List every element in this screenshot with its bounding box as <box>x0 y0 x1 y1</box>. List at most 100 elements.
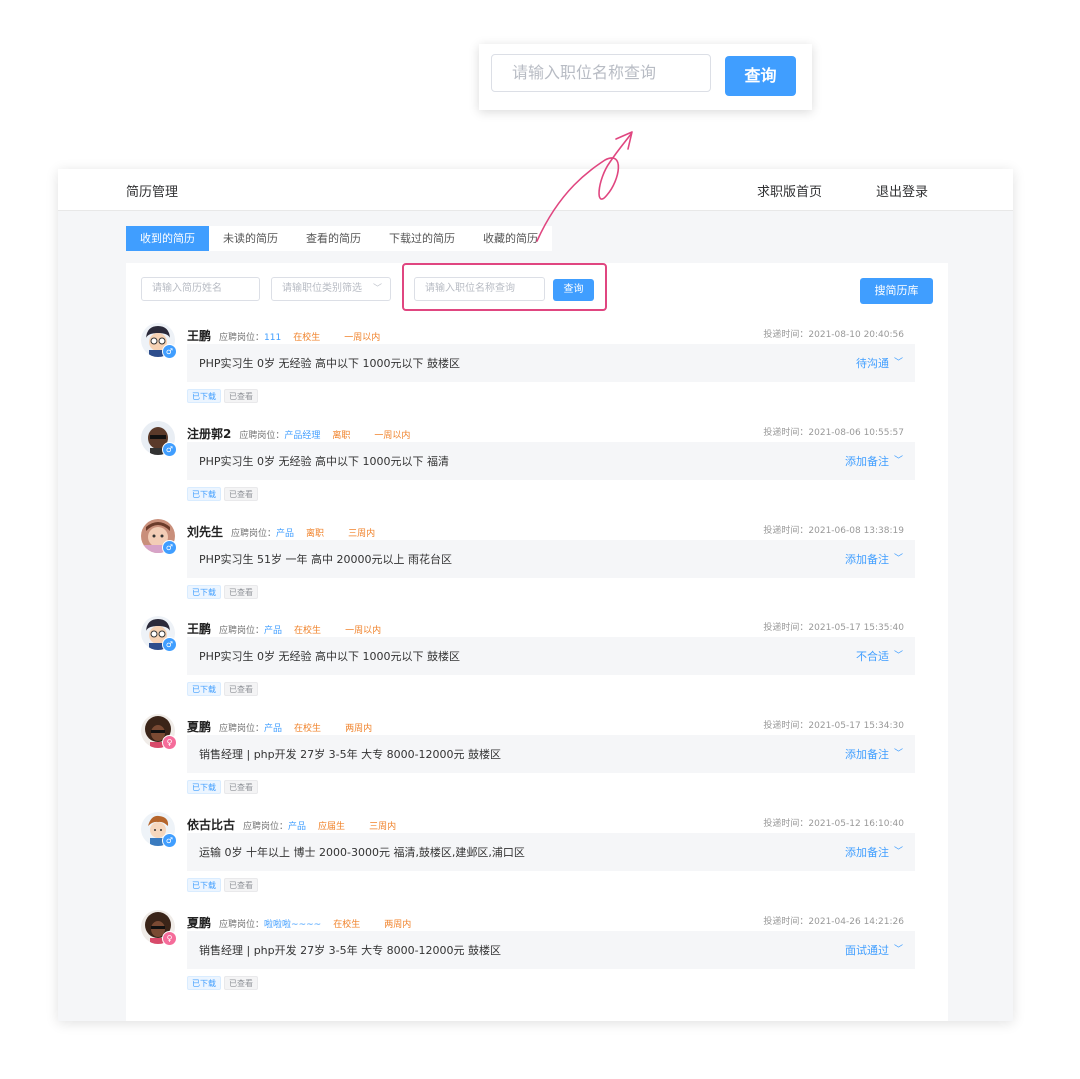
applied-position[interactable]: 产品 <box>264 626 282 636</box>
applied-position[interactable]: 产品 <box>276 529 294 539</box>
chevron-down-icon[interactable]: ﹀ <box>894 551 903 564</box>
applied-position[interactable]: 产品 <box>264 724 282 734</box>
avatar[interactable]: ♂ <box>141 616 177 653</box>
tab-downloaded[interactable]: 下载过的简历 <box>375 226 469 251</box>
avatar[interactable]: ♀ <box>141 909 177 946</box>
candidate-name[interactable]: 依古比古 <box>187 818 235 832</box>
candidate-name[interactable]: 注册郭2 <box>187 427 231 441</box>
resume-tabs: 收到的简历 未读的简历 查看的简历 下载过的简历 收藏的简历 <box>126 226 552 251</box>
chevron-down-icon[interactable]: ﹀ <box>894 746 903 759</box>
resume-tags: 已下载 已查看 <box>187 682 258 697</box>
resume-tags: 已下载 已查看 <box>187 389 258 403</box>
resume-detail-row[interactable]: 销售经理 | php开发 27岁 3-5年 大专 8000-12000元 鼓楼区… <box>187 930 915 969</box>
viewed-badge: 已查看 <box>224 682 258 697</box>
employment-status: 在校生 <box>294 724 322 735</box>
male-icon: ♂ <box>162 832 177 848</box>
candidate-summary: 夏鹏 应聘岗位：啦啦啦~~~~ 在校生 两周内 <box>187 912 411 930</box>
resume-management-window: 简历管理 求职版首页 退出登录 收到的简历 未读的简历 查看的简历 下载过的简历… <box>58 169 1013 1021</box>
resume-list-item[interactable]: ♂ 注册郭2 应聘岗位：产品经理 离职 一周以内 投递时间：2021-08-06 10:5… <box>126 417 948 515</box>
candidate-name[interactable]: 夏鹏 <box>187 916 211 930</box>
resume-detail-row[interactable]: 运输 0岁 十年以上 博士 2000-3000元 福清,鼓楼区,建邺区,浦口区 添… <box>187 832 915 871</box>
downloaded-badge: 已下载 <box>187 877 221 892</box>
resume-detail-row[interactable]: PHP实习生 0岁 无经验 高中以下 1000元以下 鼓楼区 不合适 ﹀ <box>187 637 915 676</box>
zoom-query-button[interactable]: 查询 <box>725 56 796 96</box>
action-dropdown[interactable]: 添加备注 <box>845 844 889 860</box>
avatar[interactable]: ♂ <box>141 323 177 359</box>
chevron-down-icon[interactable]: ﹀ <box>894 942 903 955</box>
resume-detail-row[interactable]: 销售经理 | php开发 27岁 3-5年 大专 8000-12000元 鼓楼区… <box>187 735 915 774</box>
candidate-name[interactable]: 王鹏 <box>187 622 211 636</box>
resume-detail-row[interactable]: PHP实习生 0岁 无经验 高中以下 1000元以下 福清 添加备注 ﹀ <box>187 441 915 480</box>
candidate-summary: 依古比古 应聘岗位：产品 应届生 三周内 <box>187 814 396 832</box>
action-dropdown[interactable]: 添加备注 <box>845 551 889 567</box>
availability-period: 两周内 <box>345 724 373 735</box>
applied-position[interactable]: 啦啦啦~~~~ <box>264 920 321 930</box>
nav-jobseeker-home-link[interactable]: 求职版首页 <box>757 181 822 200</box>
downloaded-badge: 已下载 <box>187 486 221 501</box>
category-select[interactable]: 请输职位类别筛选 ﹀ <box>271 277 391 301</box>
applied-position[interactable]: 产品经理 <box>284 431 320 441</box>
resume-detail-row[interactable]: PHP实习生 51岁 一年 高中 20000元以上 雨花台区 添加备注 ﹀ <box>187 539 915 578</box>
action-dropdown[interactable]: 不合适 <box>856 648 889 664</box>
action-dropdown[interactable]: 待沟通 <box>856 355 889 371</box>
avatar[interactable]: ♂ <box>141 518 177 555</box>
female-icon: ♀ <box>162 735 177 751</box>
applied-position[interactable]: 111 <box>264 333 281 343</box>
submit-time: 投递时间：2021-04-26 14:21:26 <box>763 916 904 927</box>
employment-status: 在校生 <box>293 333 321 343</box>
candidate-name[interactable]: 王鹏 <box>187 329 211 343</box>
apply-position-label: 应聘岗位： <box>219 919 265 930</box>
chevron-down-icon[interactable]: ﹀ <box>894 844 903 857</box>
resume-detail-text: PHP实习生 51岁 一年 高中 20000元以上 雨花台区 <box>199 552 453 566</box>
resume-list-item[interactable]: ♀ 夏鹏 应聘岗位：产品 在校生 两周内 投递时间：2021-05-17 15:34:30… <box>126 710 948 808</box>
availability-period: 一周以内 <box>345 626 382 637</box>
resume-list-item[interactable]: ♂ 王鹏 应聘岗位：产品 在校生 一周以内 投递时间：2021-05-17 15:35:4… <box>126 612 948 710</box>
tab-favorited[interactable]: 收藏的简历 <box>469 226 552 251</box>
chevron-down-icon[interactable]: ﹀ <box>894 453 903 466</box>
employment-status: 应届生 <box>318 821 346 832</box>
resume-name-input[interactable]: 请输入简历姓名 <box>141 277 260 301</box>
apply-position-label: 应聘岗位： <box>239 430 285 441</box>
resume-tags: 已下载 已查看 <box>187 780 258 795</box>
tab-unread[interactable]: 未读的简历 <box>209 226 292 251</box>
applied-position[interactable]: 产品 <box>288 822 306 832</box>
action-dropdown[interactable]: 添加备注 <box>845 746 889 762</box>
resume-detail-text: PHP实习生 0岁 无经验 高中以下 1000元以下 鼓楼区 <box>199 357 461 370</box>
resume-list-item[interactable]: ♂ 王鹏 应聘岗位：111 在校生 一周以内 投递时间：2021-08-10 20:40:… <box>126 319 948 417</box>
resume-tags: 已下载 已查看 <box>187 877 258 892</box>
resume-detail-row[interactable]: PHP实习生 0岁 无经验 高中以下 1000元以下 鼓楼区 待沟通 ﹀ <box>187 344 915 382</box>
candidate-summary: 王鹏 应聘岗位：产品 在校生 一周以内 <box>187 618 382 637</box>
chevron-down-icon[interactable]: ﹀ <box>894 648 903 661</box>
top-bar: 简历管理 求职版首页 退出登录 <box>58 169 1013 211</box>
zoom-position-search-input[interactable]: 请输入职位名称查询 <box>491 54 711 92</box>
submit-time: 投递时间：2021-08-10 20:40:56 <box>763 330 904 340</box>
downloaded-badge: 已下载 <box>187 780 221 795</box>
chevron-down-icon[interactable]: ﹀ <box>894 355 903 368</box>
nav-logout-link[interactable]: 退出登录 <box>876 181 928 200</box>
resume-detail-text: 销售经理 | php开发 27岁 3-5年 大专 8000-12000元 鼓楼区 <box>199 943 502 957</box>
candidate-name[interactable]: 夏鹏 <box>187 720 211 734</box>
resume-list-item[interactable]: ♂ 刘先生 应聘岗位：产品 离职 三周内 投递时间：2021-06-08 13:38:19… <box>126 515 948 613</box>
viewed-badge: 已查看 <box>224 584 258 599</box>
resume-tags: 已下载 已查看 <box>187 584 258 599</box>
resume-detail-text: PHP实习生 0岁 无经验 高中以下 1000元以下 鼓楼区 <box>199 650 461 664</box>
male-icon: ♂ <box>162 637 177 653</box>
submit-time: 投递时间：2021-08-06 10:55:57 <box>763 427 904 438</box>
action-dropdown[interactable]: 面试通过 <box>845 942 889 958</box>
female-icon: ♀ <box>162 930 177 946</box>
availability-period: 一周以内 <box>344 333 381 343</box>
chevron-down-icon: ﹀ <box>372 284 382 294</box>
search-resume-library-button[interactable]: 搜简历库 <box>860 278 933 304</box>
query-button[interactable]: 查询 <box>553 279 594 301</box>
avatar[interactable]: ♀ <box>141 714 177 751</box>
position-search-input[interactable]: 请输入职位名称查询 <box>414 277 545 301</box>
avatar[interactable]: ♂ <box>141 811 177 848</box>
avatar[interactable]: ♂ <box>141 420 177 457</box>
resume-list-item[interactable]: ♀ 夏鹏 应聘岗位：啦啦啦~~~~ 在校生 两周内 投递时间：2021-04-26 14:… <box>126 906 948 1004</box>
category-select-placeholder: 请输职位类别筛选 <box>282 283 362 294</box>
candidate-name[interactable]: 刘先生 <box>187 525 223 539</box>
action-dropdown[interactable]: 添加备注 <box>845 453 889 469</box>
tab-viewed[interactable]: 查看的简历 <box>292 226 375 251</box>
tab-received[interactable]: 收到的简历 <box>126 226 209 251</box>
resume-list-item[interactable]: ♂ 依古比古 应聘岗位：产品 应届生 三周内 投递时间：2021-05-12 16:10:… <box>126 808 948 906</box>
